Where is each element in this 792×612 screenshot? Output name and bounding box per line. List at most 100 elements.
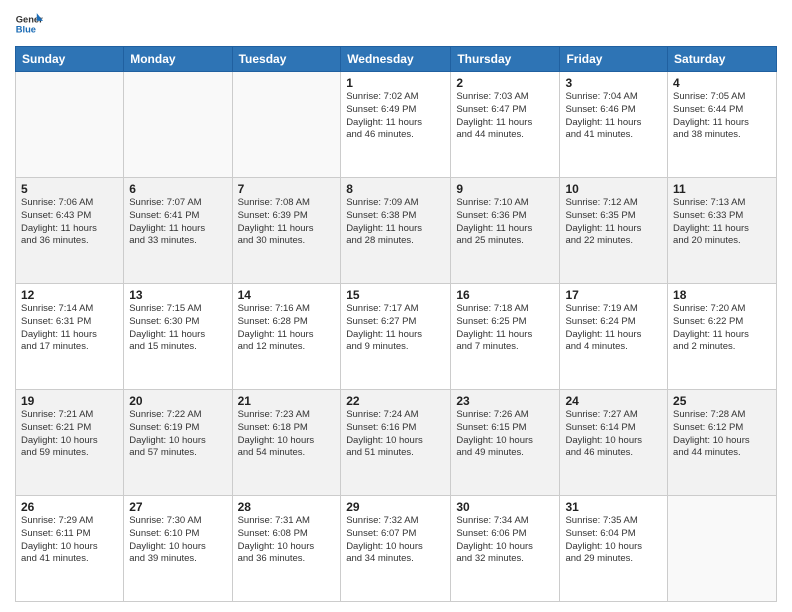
calendar-cell: 17Sunrise: 7:19 AM Sunset: 6:24 PM Dayli… [560,284,668,390]
day-number: 13 [129,288,226,302]
day-info: Sunrise: 7:21 AM Sunset: 6:21 PM Dayligh… [21,409,118,460]
day-number: 9 [456,182,554,196]
day-header-sunday: Sunday [16,47,124,72]
day-number: 5 [21,182,118,196]
calendar-cell: 31Sunrise: 7:35 AM Sunset: 6:04 PM Dayli… [560,496,668,602]
day-header-monday: Monday [124,47,232,72]
calendar-cell: 20Sunrise: 7:22 AM Sunset: 6:19 PM Dayli… [124,390,232,496]
calendar-week-row: 12Sunrise: 7:14 AM Sunset: 6:31 PM Dayli… [16,284,777,390]
day-info: Sunrise: 7:03 AM Sunset: 6:47 PM Dayligh… [456,91,554,142]
day-header-wednesday: Wednesday [341,47,451,72]
calendar-cell: 24Sunrise: 7:27 AM Sunset: 6:14 PM Dayli… [560,390,668,496]
calendar-cell: 22Sunrise: 7:24 AM Sunset: 6:16 PM Dayli… [341,390,451,496]
calendar-cell: 6Sunrise: 7:07 AM Sunset: 6:41 PM Daylig… [124,178,232,284]
calendar-cell: 11Sunrise: 7:13 AM Sunset: 6:33 PM Dayli… [668,178,777,284]
calendar-cell: 21Sunrise: 7:23 AM Sunset: 6:18 PM Dayli… [232,390,341,496]
calendar-cell: 30Sunrise: 7:34 AM Sunset: 6:06 PM Dayli… [451,496,560,602]
day-number: 3 [565,76,662,90]
day-info: Sunrise: 7:19 AM Sunset: 6:24 PM Dayligh… [565,303,662,354]
calendar-cell: 5Sunrise: 7:06 AM Sunset: 6:43 PM Daylig… [16,178,124,284]
day-number: 19 [21,394,118,408]
calendar-cell [16,72,124,178]
calendar-cell [232,72,341,178]
calendar-cell: 12Sunrise: 7:14 AM Sunset: 6:31 PM Dayli… [16,284,124,390]
calendar-week-row: 5Sunrise: 7:06 AM Sunset: 6:43 PM Daylig… [16,178,777,284]
calendar-cell: 23Sunrise: 7:26 AM Sunset: 6:15 PM Dayli… [451,390,560,496]
day-number: 1 [346,76,445,90]
calendar-week-row: 26Sunrise: 7:29 AM Sunset: 6:11 PM Dayli… [16,496,777,602]
page: General Blue SundayMondayTuesdayWednesda… [0,0,792,612]
day-info: Sunrise: 7:16 AM Sunset: 6:28 PM Dayligh… [238,303,336,354]
day-number: 2 [456,76,554,90]
calendar-week-row: 1Sunrise: 7:02 AM Sunset: 6:49 PM Daylig… [16,72,777,178]
day-info: Sunrise: 7:35 AM Sunset: 6:04 PM Dayligh… [565,515,662,566]
calendar-cell: 3Sunrise: 7:04 AM Sunset: 6:46 PM Daylig… [560,72,668,178]
day-info: Sunrise: 7:24 AM Sunset: 6:16 PM Dayligh… [346,409,445,460]
day-info: Sunrise: 7:14 AM Sunset: 6:31 PM Dayligh… [21,303,118,354]
day-header-saturday: Saturday [668,47,777,72]
day-number: 8 [346,182,445,196]
day-info: Sunrise: 7:08 AM Sunset: 6:39 PM Dayligh… [238,197,336,248]
day-number: 26 [21,500,118,514]
day-header-tuesday: Tuesday [232,47,341,72]
day-info: Sunrise: 7:23 AM Sunset: 6:18 PM Dayligh… [238,409,336,460]
day-info: Sunrise: 7:30 AM Sunset: 6:10 PM Dayligh… [129,515,226,566]
day-number: 12 [21,288,118,302]
calendar-cell: 15Sunrise: 7:17 AM Sunset: 6:27 PM Dayli… [341,284,451,390]
day-number: 7 [238,182,336,196]
calendar-cell: 8Sunrise: 7:09 AM Sunset: 6:38 PM Daylig… [341,178,451,284]
calendar-cell: 4Sunrise: 7:05 AM Sunset: 6:44 PM Daylig… [668,72,777,178]
day-info: Sunrise: 7:34 AM Sunset: 6:06 PM Dayligh… [456,515,554,566]
day-header-friday: Friday [560,47,668,72]
calendar-header-row: SundayMondayTuesdayWednesdayThursdayFrid… [16,47,777,72]
calendar-cell: 7Sunrise: 7:08 AM Sunset: 6:39 PM Daylig… [232,178,341,284]
day-number: 4 [673,76,771,90]
day-info: Sunrise: 7:05 AM Sunset: 6:44 PM Dayligh… [673,91,771,142]
day-info: Sunrise: 7:22 AM Sunset: 6:19 PM Dayligh… [129,409,226,460]
calendar-cell: 26Sunrise: 7:29 AM Sunset: 6:11 PM Dayli… [16,496,124,602]
day-number: 14 [238,288,336,302]
day-info: Sunrise: 7:18 AM Sunset: 6:25 PM Dayligh… [456,303,554,354]
day-info: Sunrise: 7:26 AM Sunset: 6:15 PM Dayligh… [456,409,554,460]
day-info: Sunrise: 7:17 AM Sunset: 6:27 PM Dayligh… [346,303,445,354]
day-number: 31 [565,500,662,514]
day-info: Sunrise: 7:20 AM Sunset: 6:22 PM Dayligh… [673,303,771,354]
day-number: 6 [129,182,226,196]
day-info: Sunrise: 7:12 AM Sunset: 6:35 PM Dayligh… [565,197,662,248]
day-info: Sunrise: 7:15 AM Sunset: 6:30 PM Dayligh… [129,303,226,354]
day-info: Sunrise: 7:31 AM Sunset: 6:08 PM Dayligh… [238,515,336,566]
day-info: Sunrise: 7:06 AM Sunset: 6:43 PM Dayligh… [21,197,118,248]
calendar-cell: 14Sunrise: 7:16 AM Sunset: 6:28 PM Dayli… [232,284,341,390]
calendar-cell: 2Sunrise: 7:03 AM Sunset: 6:47 PM Daylig… [451,72,560,178]
day-number: 11 [673,182,771,196]
calendar-cell: 16Sunrise: 7:18 AM Sunset: 6:25 PM Dayli… [451,284,560,390]
day-number: 16 [456,288,554,302]
day-info: Sunrise: 7:13 AM Sunset: 6:33 PM Dayligh… [673,197,771,248]
day-info: Sunrise: 7:04 AM Sunset: 6:46 PM Dayligh… [565,91,662,142]
day-number: 10 [565,182,662,196]
calendar-cell: 10Sunrise: 7:12 AM Sunset: 6:35 PM Dayli… [560,178,668,284]
day-number: 24 [565,394,662,408]
day-number: 17 [565,288,662,302]
day-number: 22 [346,394,445,408]
calendar-week-row: 19Sunrise: 7:21 AM Sunset: 6:21 PM Dayli… [16,390,777,496]
calendar-cell: 19Sunrise: 7:21 AM Sunset: 6:21 PM Dayli… [16,390,124,496]
day-number: 29 [346,500,445,514]
calendar-table: SundayMondayTuesdayWednesdayThursdayFrid… [15,46,777,602]
day-info: Sunrise: 7:10 AM Sunset: 6:36 PM Dayligh… [456,197,554,248]
calendar-cell: 13Sunrise: 7:15 AM Sunset: 6:30 PM Dayli… [124,284,232,390]
day-number: 21 [238,394,336,408]
day-number: 18 [673,288,771,302]
day-number: 25 [673,394,771,408]
calendar-cell: 28Sunrise: 7:31 AM Sunset: 6:08 PM Dayli… [232,496,341,602]
day-number: 15 [346,288,445,302]
calendar-cell: 27Sunrise: 7:30 AM Sunset: 6:10 PM Dayli… [124,496,232,602]
calendar-cell: 29Sunrise: 7:32 AM Sunset: 6:07 PM Dayli… [341,496,451,602]
day-number: 20 [129,394,226,408]
day-info: Sunrise: 7:28 AM Sunset: 6:12 PM Dayligh… [673,409,771,460]
calendar-cell: 18Sunrise: 7:20 AM Sunset: 6:22 PM Dayli… [668,284,777,390]
day-info: Sunrise: 7:09 AM Sunset: 6:38 PM Dayligh… [346,197,445,248]
day-info: Sunrise: 7:02 AM Sunset: 6:49 PM Dayligh… [346,91,445,142]
day-info: Sunrise: 7:29 AM Sunset: 6:11 PM Dayligh… [21,515,118,566]
day-header-thursday: Thursday [451,47,560,72]
